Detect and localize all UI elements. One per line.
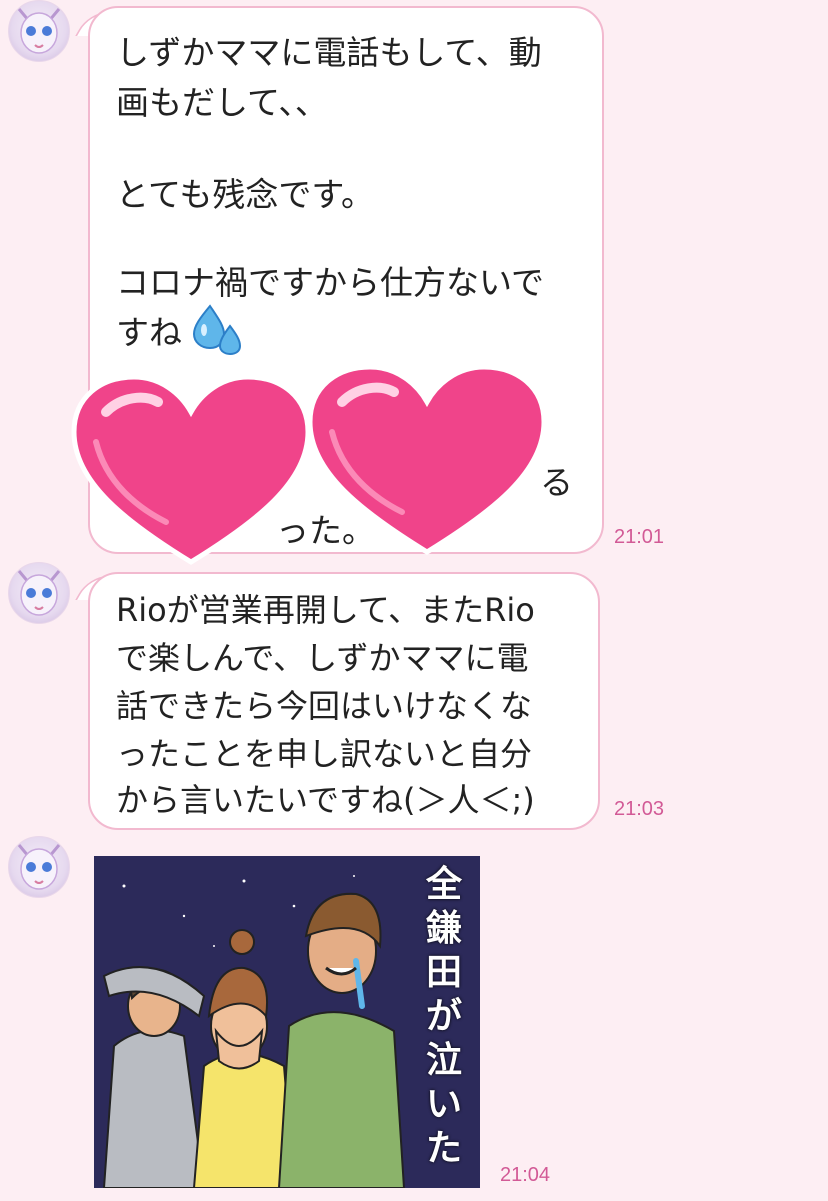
message-line: から言いたいですね(＞人＜;) bbox=[116, 781, 535, 819]
message-line: しずかママに電話もして、動 bbox=[116, 33, 542, 72]
message-bubble[interactable]: Rioが営業再開して、またRio で楽しんで、しずかママに電 話できたら今回はい… bbox=[88, 572, 600, 830]
message-line: Rioが営業再開して、またRio bbox=[116, 591, 535, 629]
sticker-image[interactable]: 全鎌田が泣いた bbox=[94, 856, 480, 1188]
sticker-caption: 全鎌田が泣いた bbox=[425, 863, 462, 1169]
message-line: 画もだして、、 bbox=[116, 83, 328, 122]
pink-heart-icon bbox=[307, 364, 547, 555]
avatar-face-icon bbox=[17, 570, 61, 616]
avatar[interactable] bbox=[8, 0, 70, 62]
avatar-face-icon bbox=[17, 844, 61, 890]
pink-heart-icon bbox=[71, 374, 311, 565]
message-line: で楽しんで、しずかママに電 bbox=[116, 639, 529, 677]
message-line: コロナ禍ですから仕方ないで bbox=[116, 263, 545, 302]
message-time: 21:01 bbox=[614, 526, 665, 548]
avatar-face-icon bbox=[17, 8, 61, 54]
message-time: 21:03 bbox=[614, 798, 665, 820]
avatar[interactable] bbox=[8, 836, 70, 898]
message-line: 話できたら今回はいけなくな bbox=[116, 687, 533, 725]
water-drops-icon bbox=[192, 304, 242, 356]
message-time: 21:04 bbox=[500, 1164, 551, 1186]
message-line: とても残念です。 bbox=[116, 175, 375, 214]
avatar[interactable] bbox=[8, 562, 70, 624]
message-line: すね bbox=[116, 313, 182, 352]
message-line: ったことを申し訳ないと自分 bbox=[116, 735, 533, 773]
